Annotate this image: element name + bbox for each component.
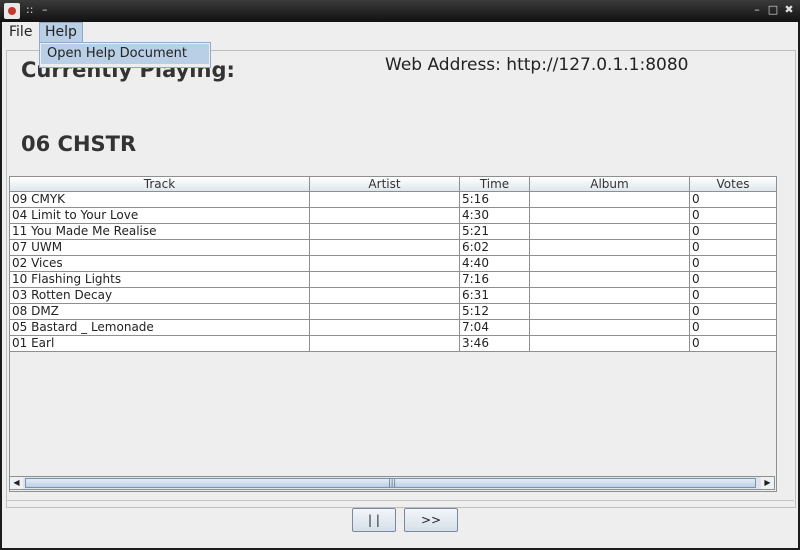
table-row[interactable]: 04 Limit to Your Love 4:30 0: [10, 208, 776, 224]
scrollbar-grip-icon: |||: [388, 478, 397, 487]
web-address-label: Web Address: http://127.0.1.1:8080: [385, 55, 689, 75]
cell-track: 05 Bastard _ Lemonade: [10, 320, 310, 335]
track-table: Track Artist Time Album Votes 09 CMYK 5:…: [9, 176, 777, 492]
column-header-votes[interactable]: Votes: [690, 177, 776, 191]
cell-album: [530, 208, 690, 223]
menu-help[interactable]: Help: [39, 22, 83, 43]
cell-votes: 0: [692, 208, 700, 222]
cell-album: [530, 192, 690, 207]
cell-album: [530, 320, 690, 335]
cell-artist: [310, 304, 460, 319]
next-button[interactable]: >>: [404, 508, 458, 532]
cell-artist: [310, 192, 460, 207]
table-row[interactable]: 08 DMZ 5:12 0: [10, 304, 776, 320]
cell-album: [530, 224, 690, 239]
cell-track: 10 Flashing Lights: [10, 272, 310, 287]
cell-track: 07 UWM: [10, 240, 310, 255]
table-row[interactable]: 09 CMYK 5:16 0: [10, 192, 776, 208]
cell-artist: [310, 288, 460, 303]
cell-votes: 0: [692, 336, 700, 350]
table-row[interactable]: 03 Rotten Decay 6:31 0: [10, 288, 776, 304]
pause-button[interactable]: | |: [352, 508, 396, 532]
cell-time: 3:46: [460, 336, 530, 351]
menu-item-open-help-document[interactable]: Open Help Document: [41, 44, 209, 64]
cell-artist: [310, 320, 460, 335]
menu-file[interactable]: File: [4, 23, 37, 42]
cell-album: [530, 256, 690, 271]
table-row[interactable]: 01 Earl 3:46 0: [10, 336, 776, 352]
scroll-left-icon[interactable]: ◀: [10, 477, 23, 489]
cell-album: [530, 240, 690, 255]
menu-bar: File Help: [2, 22, 798, 43]
cell-votes: 0: [692, 224, 700, 238]
cell-album: [530, 336, 690, 351]
titlebar-minimize-glyph[interactable]: –: [42, 3, 48, 16]
cell-track: 08 DMZ: [10, 304, 310, 319]
minimize-icon[interactable]: –: [750, 3, 764, 17]
cell-track: 09 CMYK: [10, 192, 310, 207]
cell-time: 7:04: [460, 320, 530, 335]
help-dropdown: Open Help Document: [39, 42, 211, 68]
cell-artist: [310, 256, 460, 271]
column-header-artist[interactable]: Artist: [310, 177, 460, 191]
cell-artist: [310, 240, 460, 255]
separator: [6, 500, 794, 501]
main-window: File Help Open Help Document Currently P…: [2, 22, 798, 548]
cell-votes: 0: [692, 240, 700, 254]
cell-time: 6:31: [460, 288, 530, 303]
cell-votes: 0: [692, 272, 700, 286]
cell-time: 7:16: [460, 272, 530, 287]
table-row[interactable]: 05 Bastard _ Lemonade 7:04 0: [10, 320, 776, 336]
cell-votes: 0: [692, 304, 700, 318]
column-header-time[interactable]: Time: [460, 177, 530, 191]
table-header: Track Artist Time Album Votes: [10, 177, 776, 192]
title-bar: :: – – □ ✖: [0, 0, 800, 22]
cell-votes: 0: [692, 320, 700, 334]
close-icon[interactable]: ✖: [782, 3, 796, 17]
cell-votes: 0: [692, 192, 700, 206]
cell-time: 4:40: [460, 256, 530, 271]
cell-votes: 0: [692, 256, 700, 270]
cell-track: 02 Vices: [10, 256, 310, 271]
cell-track: 04 Limit to Your Love: [10, 208, 310, 223]
horizontal-scrollbar[interactable]: ◀ ||| ▶: [9, 476, 775, 490]
scrollbar-thumb[interactable]: |||: [25, 478, 756, 488]
table-row[interactable]: 02 Vices 4:40 0: [10, 256, 776, 272]
cell-artist: [310, 272, 460, 287]
cell-time: 5:21: [460, 224, 530, 239]
table-row[interactable]: 07 UWM 6:02 0: [10, 240, 776, 256]
java-app-icon: [4, 3, 20, 19]
column-header-track[interactable]: Track: [10, 177, 310, 191]
cell-time: 4:30: [460, 208, 530, 223]
cell-votes: 0: [692, 288, 700, 302]
table-row[interactable]: 11 You Made Me Realise 5:21 0: [10, 224, 776, 240]
cell-time: 6:02: [460, 240, 530, 255]
column-header-album[interactable]: Album: [530, 177, 690, 191]
maximize-icon[interactable]: □: [766, 3, 780, 17]
cell-track: 01 Earl: [10, 336, 310, 351]
scroll-right-icon[interactable]: ▶: [761, 477, 774, 489]
cell-track: 03 Rotten Decay: [10, 288, 310, 303]
table-body: 09 CMYK 5:16 0 04 Limit to Your Love 4:3…: [10, 192, 776, 352]
cell-time: 5:16: [460, 192, 530, 207]
table-row[interactable]: 10 Flashing Lights 7:16 0: [10, 272, 776, 288]
cell-album: [530, 288, 690, 303]
cell-track: 11 You Made Me Realise: [10, 224, 310, 239]
cell-artist: [310, 208, 460, 223]
now-playing-track: 06 CHSTR: [21, 132, 137, 156]
cell-artist: [310, 336, 460, 351]
cell-album: [530, 304, 690, 319]
cell-time: 5:12: [460, 304, 530, 319]
titlebar-menu-glyph[interactable]: ::: [26, 3, 33, 16]
cell-album: [530, 272, 690, 287]
cell-artist: [310, 224, 460, 239]
